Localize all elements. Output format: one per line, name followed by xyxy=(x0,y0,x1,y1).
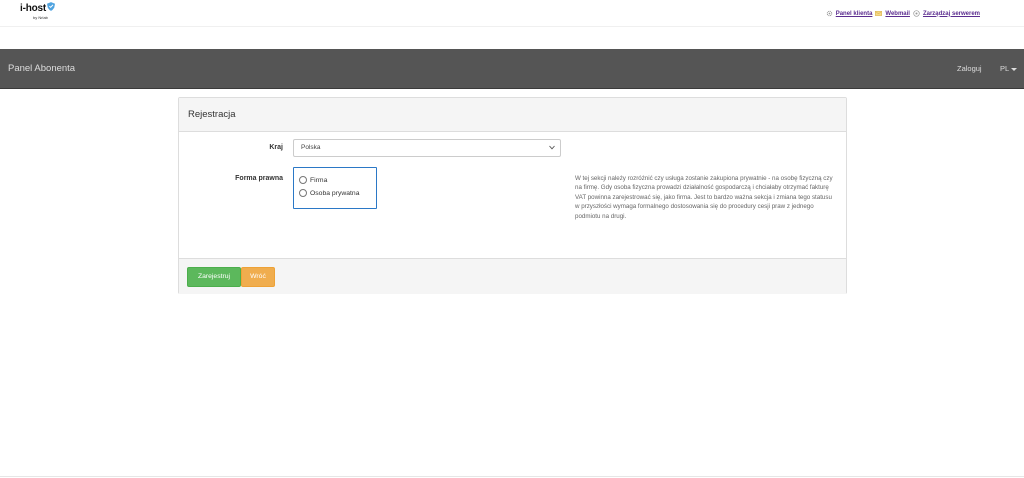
registration-panel: Rejestracja Kraj Polska Forma prawna Fir… xyxy=(178,97,847,294)
logo-tagline: by Nrlab xyxy=(33,15,48,20)
radio-label-osoba-prywatna: Osoba prywatna xyxy=(310,189,360,197)
footer-divider xyxy=(0,476,1024,477)
login-link[interactable]: Zaloguj xyxy=(957,64,982,73)
legal-form-help-text: W tej sekcji należy rozróżnić czy usługa… xyxy=(575,175,833,220)
radio-option-firma[interactable]: Firma xyxy=(299,176,327,184)
navbar: Panel Abonenta Zaloguj PL xyxy=(0,49,1024,89)
top-links: Panel klienta Webmail Zarządzaj serwerem xyxy=(826,10,980,17)
panel-heading: Rejestracja xyxy=(179,98,846,132)
caret-down-icon xyxy=(1011,67,1018,71)
navbar-brand[interactable]: Panel Abonenta xyxy=(8,63,75,74)
envelope-icon xyxy=(875,11,883,16)
logo-text: i-host xyxy=(20,3,47,14)
legal-form-label: Forma prawna xyxy=(235,175,283,182)
logo[interactable]: i-host by Nrlab xyxy=(20,2,65,23)
chevron-down-icon xyxy=(549,145,555,150)
radio-label-firma: Firma xyxy=(310,176,328,184)
shield-icon xyxy=(47,2,55,11)
back-button[interactable]: Wróć xyxy=(241,267,275,287)
radio-button-osoba-prywatna[interactable] xyxy=(299,189,307,197)
webmail-link[interactable]: Webmail xyxy=(885,11,910,17)
panel-footer: Zarejestruj Wróć xyxy=(179,258,846,294)
panel-title: Rejestracja xyxy=(188,109,236,120)
country-select[interactable]: Polska xyxy=(293,139,561,157)
panel-klienta-link[interactable]: Panel klienta xyxy=(836,11,873,17)
gear-icon xyxy=(826,10,832,17)
country-label: Kraj xyxy=(269,144,283,151)
radio-option-osoba-prywatna[interactable]: Osoba prywatna xyxy=(299,189,360,197)
country-select-value: Polska xyxy=(301,144,321,151)
zarzadzaj-serwerem-link[interactable]: Zarządzaj serwerem xyxy=(923,11,980,17)
language-dropdown[interactable]: PL xyxy=(1000,64,1018,73)
server-icon xyxy=(913,10,920,17)
radio-button-firma[interactable] xyxy=(299,176,307,184)
top-bar: i-host by Nrlab Panel klienta Webmail Za… xyxy=(0,0,1024,27)
legal-form-radio-group: Firma Osoba prywatna xyxy=(293,167,377,209)
language-label: PL xyxy=(1000,64,1010,73)
register-button[interactable]: Zarejestruj xyxy=(187,267,241,287)
